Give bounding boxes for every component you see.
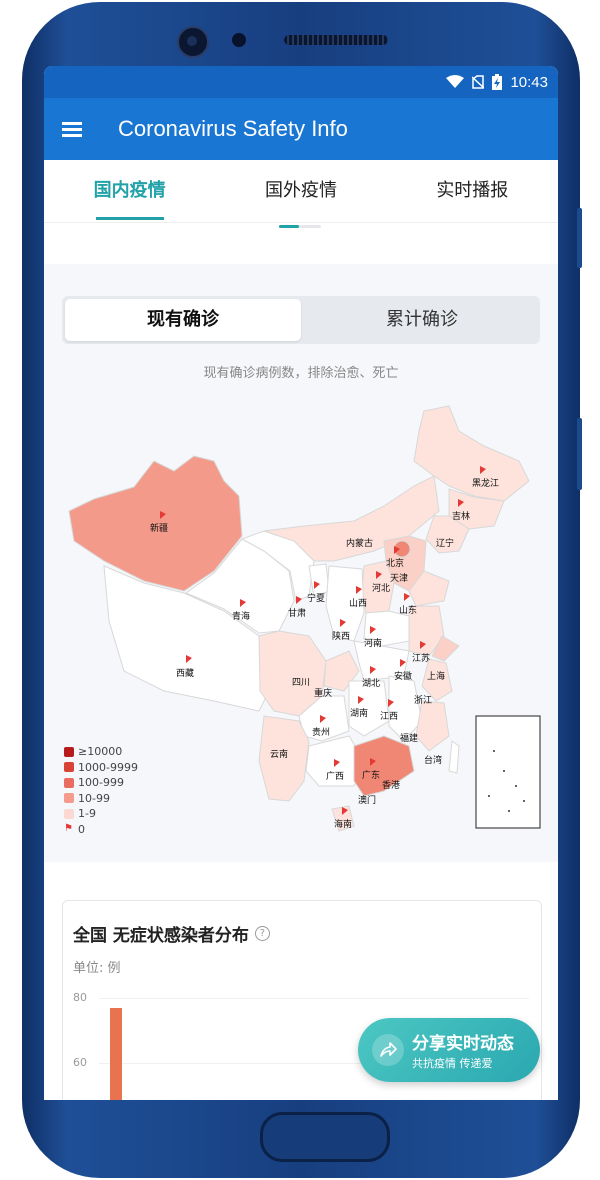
app-bar: Coronavirus Safety Info (44, 98, 558, 160)
label-qinghai: 青海 (232, 610, 250, 621)
label-hubei: 湖北 (362, 678, 380, 688)
tab-bar: 国内疫情 国外疫情 实时播报 (44, 160, 558, 223)
legend-label: 0 (78, 822, 85, 836)
flag-icon: ⚑ (64, 823, 73, 835)
label-beijing: 北京 (386, 557, 404, 568)
province-fujian[interactable] (415, 700, 450, 752)
fab-title: 分享实时动态 (412, 1034, 514, 1054)
label-sichuan: 四川 (292, 677, 310, 687)
legend-swatch (64, 808, 74, 819)
legend-swatch (64, 793, 74, 804)
label-anhui: 安徽 (394, 670, 412, 681)
label-zhejiang: 浙江 (414, 694, 432, 705)
label-tibet: 西藏 (176, 667, 194, 678)
label-shaanxi: 陕西 (332, 630, 350, 641)
chart-title-text: 全国 无症状感染者分布 (73, 926, 249, 946)
label-gansu: 甘肃 (288, 607, 306, 618)
legend-label: 10-99 (78, 791, 110, 805)
label-hebei: 河北 (372, 582, 390, 593)
battery-charging-icon (492, 74, 503, 90)
volume-up-button[interactable] (577, 208, 582, 268)
label-chongqing: 重庆 (314, 687, 332, 698)
label-inner-mongolia: 内蒙古 (346, 537, 373, 548)
screen: 10:43 Coronavirus Safety Info 国内疫情 国外疫情 … (44, 66, 558, 1100)
home-button[interactable] (260, 1112, 390, 1162)
menu-icon[interactable] (62, 122, 82, 137)
label-hongkong: 香港 (382, 779, 400, 790)
label-henan: 河南 (364, 637, 382, 648)
south-china-sea-inset (475, 715, 541, 829)
wifi-icon (446, 75, 465, 88)
app-title: Coronavirus Safety Info (118, 116, 348, 141)
label-yunnan: 云南 (270, 748, 288, 759)
page-indicator (279, 225, 321, 228)
legend-label: 100-999 (78, 776, 124, 790)
help-icon[interactable]: ? (254, 926, 270, 941)
status-time: 10:43 (510, 73, 548, 91)
share-icon (372, 1034, 404, 1066)
label-tianjin: 天津 (390, 573, 408, 583)
label-macau: 澳门 (358, 794, 376, 805)
proximity-sensor (232, 33, 246, 47)
label-jilin: 吉林 (452, 510, 470, 521)
earpiece-speaker (284, 35, 388, 45)
label-fujian: 福建 (400, 732, 418, 743)
label-heilongjiang: 黑龙江 (472, 477, 499, 488)
cumulative-confirmed-toggle[interactable]: 累计确诊 (304, 296, 540, 344)
chart-bar[interactable] (110, 1007, 122, 1100)
chart-unit: 单位: 例 (73, 961, 121, 976)
chart-title: 全国 无症状感染者分布 ? (73, 921, 270, 946)
label-shanghai: 上海 (427, 670, 445, 681)
label-shandong: 山东 (399, 604, 417, 615)
label-taiwan: 台湾 (424, 754, 442, 765)
y-tick-label: 60 (73, 1056, 87, 1069)
tab-domestic[interactable]: 国内疫情 (44, 160, 215, 222)
legend-label: 1000-9999 (78, 760, 138, 774)
label-liaoning: 辽宁 (436, 537, 454, 548)
label-guangxi: 广西 (326, 770, 344, 781)
label-xinjiang: 新疆 (150, 522, 168, 533)
no-sim-icon (472, 75, 485, 89)
province-taiwan[interactable] (448, 740, 460, 774)
label-guizhou: 贵州 (312, 726, 330, 737)
label-ningxia: 宁夏 (307, 592, 325, 603)
status-bar: 10:43 (44, 66, 558, 98)
tab-overseas[interactable]: 国外疫情 (215, 160, 386, 222)
y-tick-label: 80 (73, 991, 87, 1004)
label-shanxi: 山西 (349, 598, 367, 608)
front-camera (177, 26, 209, 58)
current-confirmed-toggle[interactable]: 现有确诊 (65, 299, 301, 341)
map-legend: ≥10000 1000-9999 100-999 10-99 1-9 ⚑ 0 (64, 744, 138, 837)
power-button[interactable] (577, 418, 582, 490)
legend-label: ≥10000 (78, 745, 123, 759)
legend-swatch (64, 762, 74, 773)
map-mode-toggle: 现有确诊 累计确诊 (62, 296, 540, 344)
tab-live-report[interactable]: 实时播报 (387, 160, 558, 222)
label-jiangsu: 江苏 (412, 652, 430, 663)
label-hunan: 湖南 (350, 707, 368, 718)
grid-line (99, 998, 529, 999)
share-live-fab[interactable]: 分享实时动态 共抗疫情 传递爱 (358, 1018, 540, 1082)
legend-swatch (64, 777, 74, 788)
legend-label: 1-9 (78, 807, 96, 821)
map-subtitle: 现有确诊病例数，排除治愈、死亡 (203, 366, 399, 381)
label-hainan: 海南 (334, 818, 352, 829)
fab-subtitle: 共抗疫情 传递爱 (412, 1057, 493, 1070)
legend-swatch (64, 746, 74, 757)
label-guangdong: 广东 (362, 769, 380, 780)
label-jiangxi: 江西 (380, 711, 398, 721)
